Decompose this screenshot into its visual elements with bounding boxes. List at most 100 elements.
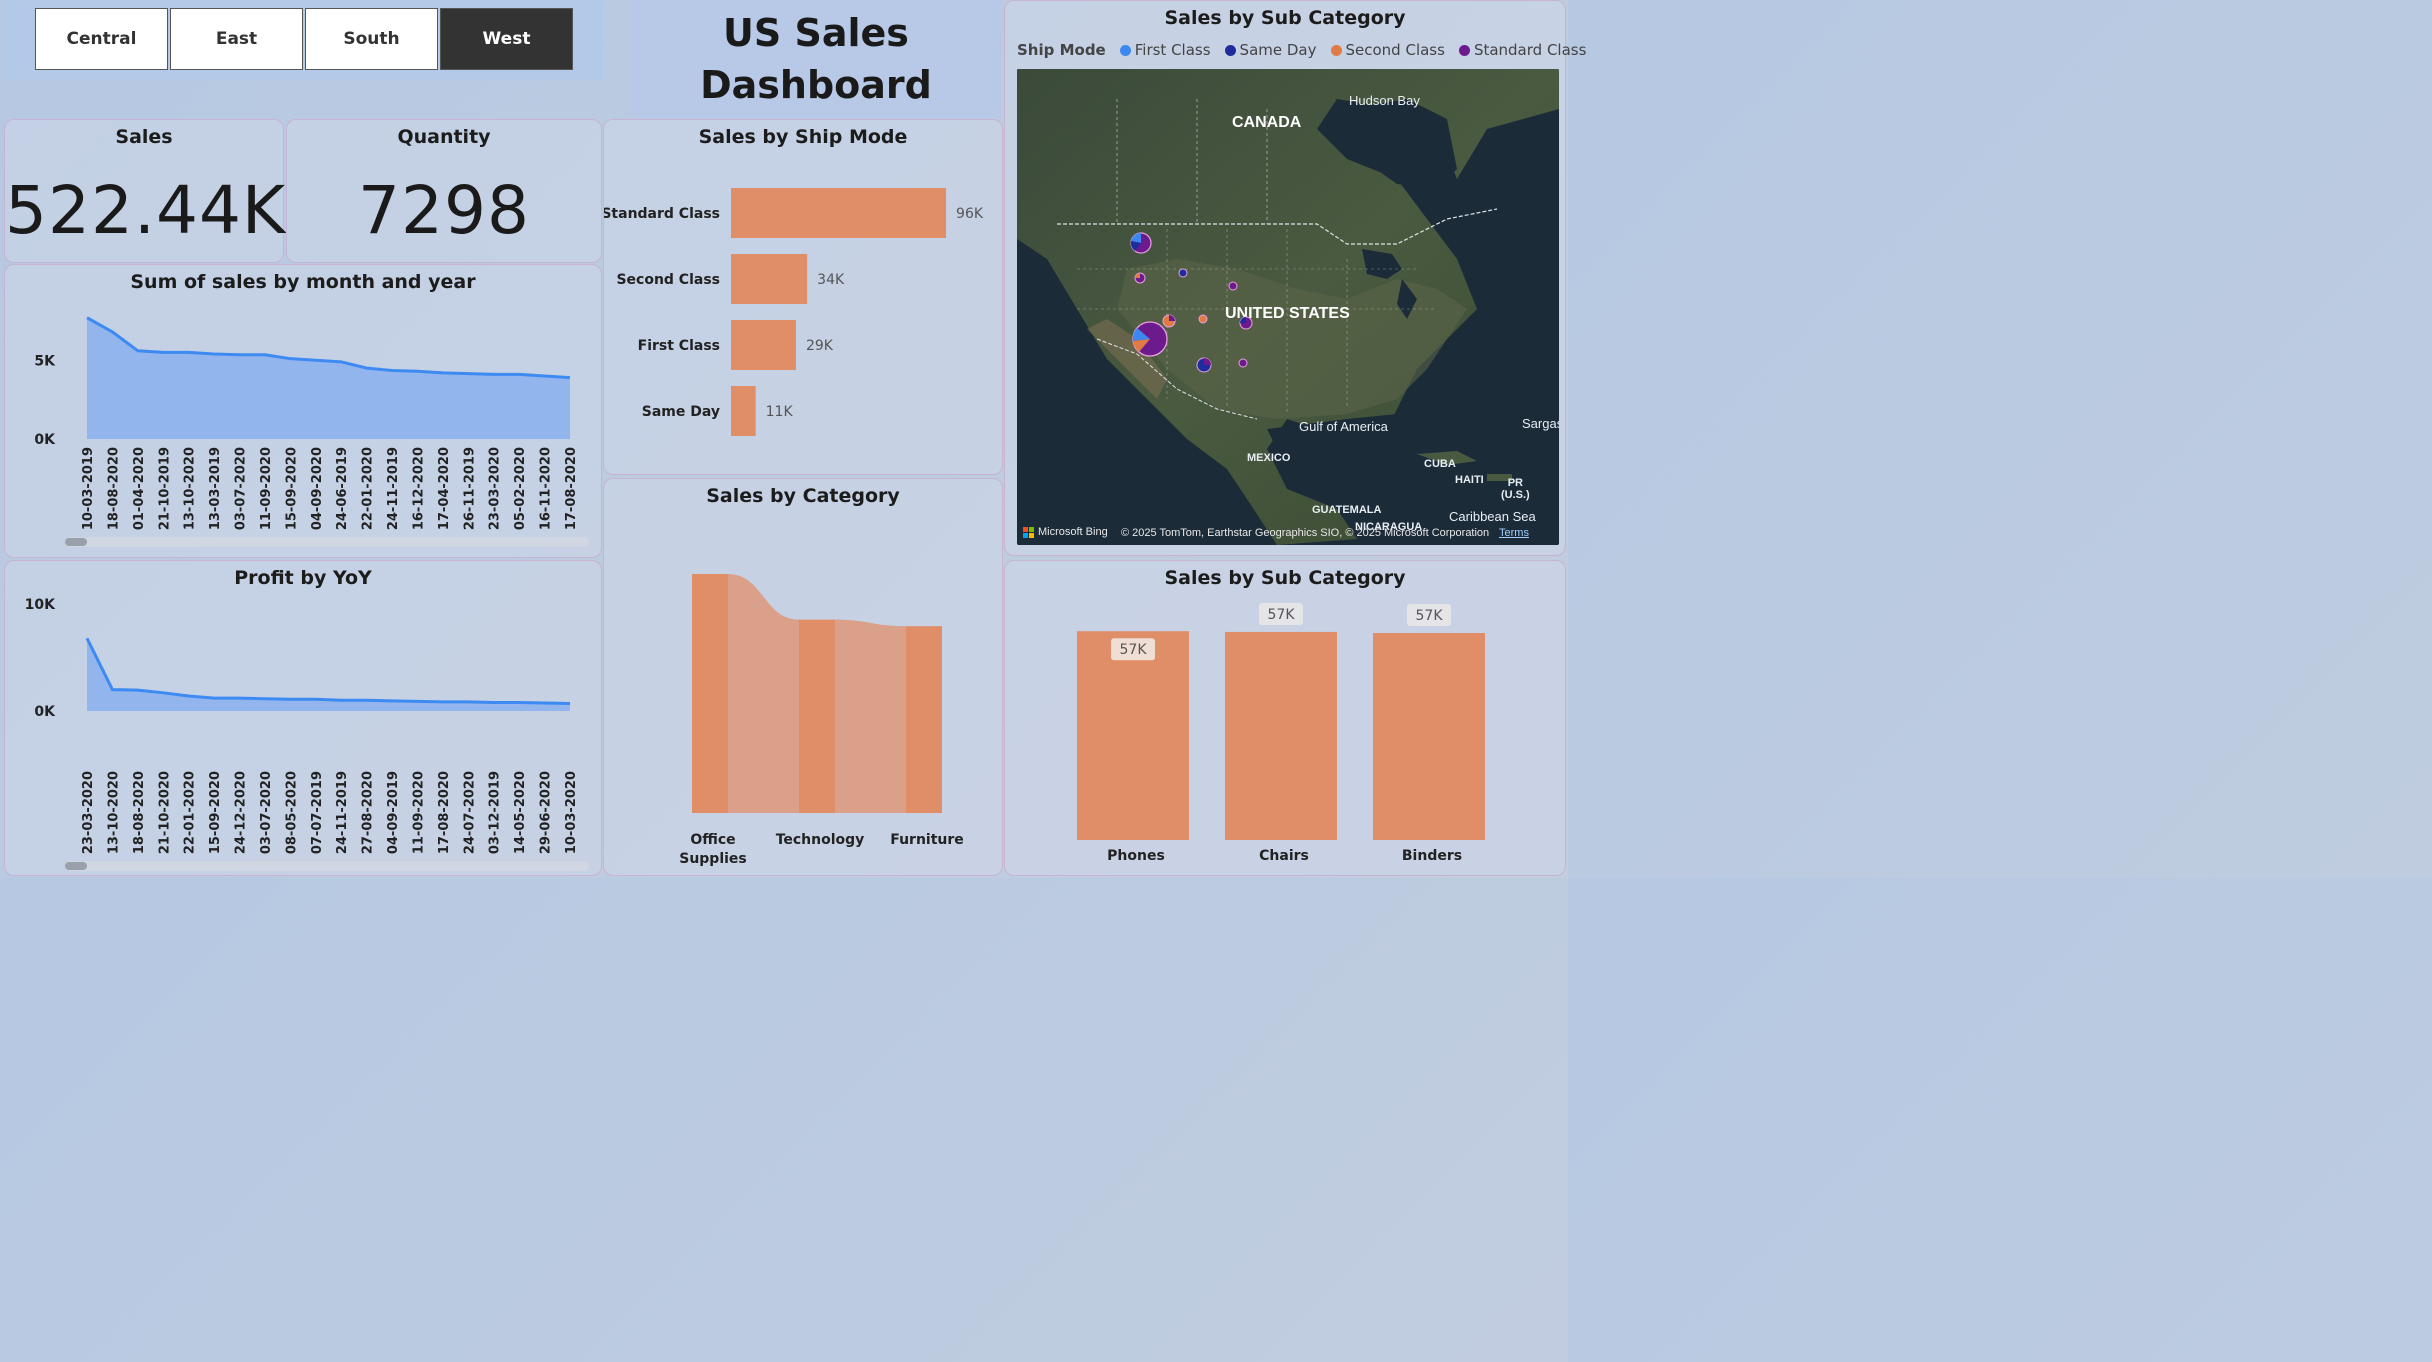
sales-month-x-tick: 24-11-2019 (386, 447, 401, 530)
sales-month-x-tick: 15-09-2020 (284, 447, 299, 530)
sales-month-area (87, 317, 570, 439)
ship-mode-category-label: Second Class (616, 272, 720, 288)
sales-month-panel[interactable]: Sum of sales by month and year 0K 5K 10-03… (4, 264, 602, 558)
category-chart[interactable]: Office Supplies Technology Furniture (604, 479, 1004, 877)
subcat-bar (1225, 631, 1337, 840)
pie-marker-denver[interactable] (1239, 316, 1253, 330)
profit-yoy-scroll-thumb[interactable] (65, 862, 87, 870)
subcat-bar (1077, 631, 1189, 840)
quantity-card-label: Quantity (397, 126, 491, 148)
second-class-dot-icon (1330, 44, 1342, 56)
ship-mode-bar (731, 320, 796, 370)
ship-mode-legend: Ship Mode First Class Same Day Second Cl… (1017, 41, 1586, 59)
subcat-bar (1373, 633, 1485, 840)
category-x-label: Supplies (679, 851, 747, 867)
slicer-east-button[interactable]: East (170, 8, 303, 70)
profit-x-tick: 24-07-2020 (462, 771, 477, 854)
subcat-data-label: 57K (1268, 607, 1296, 623)
category-x-label: Office (690, 832, 735, 848)
sales-month-x-tick: 17-08-2020 (564, 447, 579, 530)
sales-month-x-tick: 16-11-2020 (539, 447, 554, 530)
sales-month-x-tick: 18-08-2020 (106, 447, 121, 530)
sales-card-value: 522.44K (5, 172, 287, 249)
category-x-label: Technology (776, 832, 865, 848)
profit-y-tick: 10K (25, 597, 56, 613)
subcat-chart[interactable]: 57K Phones 57K Chairs 57K Binders (1005, 561, 1567, 877)
sales-month-x-tick: 13-03-2019 (208, 447, 223, 530)
category-x-label: Furniture (890, 832, 964, 848)
map-title: Sales by Sub Category (1164, 7, 1406, 29)
legend-title: Ship Mode (1017, 41, 1106, 59)
sales-month-x-tick: 26-11-2019 (462, 447, 477, 530)
pie-marker-portland[interactable] (1134, 272, 1146, 284)
ship-mode-bar (731, 386, 756, 436)
map-panel[interactable]: Sales by Sub Category Ship Mode First Cl… (1004, 0, 1586, 556)
profit-x-tick: 27-08-2020 (361, 771, 376, 854)
sales-card[interactable]: Sales 522.44K (4, 119, 287, 263)
slicer-west-button[interactable]: West (440, 8, 573, 70)
sales-month-scroll-thumb[interactable] (65, 538, 87, 546)
legend-standard-class[interactable]: Standard Class (1458, 41, 1586, 59)
sales-month-x-tick: 03-07-2020 (234, 447, 249, 530)
profit-x-tick: 11-09-2020 (411, 771, 426, 854)
region-slicer: Central East South West (3, 0, 603, 80)
quantity-card[interactable]: Quantity 7298 (286, 119, 602, 263)
profit-x-tick: 24-12-2020 (234, 771, 249, 854)
pie-marker-boise[interactable] (1178, 268, 1188, 278)
profit-yoy-scrollbar[interactable] (65, 861, 589, 871)
ship-mode-category-label: First Class (638, 338, 720, 354)
pie-marker-utah[interactable] (1198, 314, 1208, 324)
map-terms-link[interactable]: Terms (1499, 527, 1529, 539)
ship-mode-category-label: Standard Class (604, 206, 720, 222)
category-panel[interactable]: Sales by Category Office Supplies Technolo… (603, 478, 1003, 876)
profit-x-tick: 03-12-2019 (488, 771, 503, 854)
sales-month-x-tick: 16-12-2020 (411, 447, 426, 530)
profit-x-tick: 04-09-2019 (386, 771, 401, 854)
pie-marker-seattle[interactable] (1130, 232, 1152, 254)
sales-month-chart[interactable]: 0K 5K 10-03-2019 18-08-2020 01-04-2020 21-10-… (5, 265, 603, 559)
sales-month-x-tick: 04-09-2020 (310, 447, 325, 530)
dashboard-title: US Sales Dashboard (630, 0, 1002, 118)
subcat-data-label: 57K (1120, 642, 1148, 658)
satellite-map[interactable]: Hudson Bay CANADA UNITED STATES Gulf of … (1017, 69, 1559, 545)
slicer-central-button[interactable]: Central (35, 8, 168, 70)
sales-month-scrollbar[interactable] (65, 537, 589, 547)
profit-yoy-panel[interactable]: Profit by YoY 0K 10K 23-03-2020 13-10-2020 1… (4, 560, 602, 876)
quantity-card-value: 7298 (358, 172, 530, 249)
profit-x-tick: 18-08-2020 (132, 771, 147, 854)
category-ribbon (835, 619, 906, 813)
pie-marker-wyoming[interactable] (1228, 281, 1238, 291)
sales-month-y-tick: 0K (34, 432, 56, 448)
pie-marker-nevada[interactable] (1162, 314, 1176, 328)
profit-x-tick: 23-03-2020 (81, 771, 96, 854)
slicer-south-button[interactable]: South (305, 8, 438, 70)
sales-month-x-tick: 05-02-2020 (513, 447, 528, 530)
sales-card-label: Sales (115, 126, 173, 148)
sales-month-x-tick: 24-06-2019 (335, 447, 350, 530)
pie-marker-phoenix[interactable] (1196, 357, 1212, 373)
legend-same-day[interactable]: Same Day (1224, 41, 1317, 59)
profit-x-tick: 10-03-2020 (564, 771, 579, 854)
profit-yoy-chart[interactable]: 0K 10K 23-03-2020 13-10-2020 18-08-2020 21-10… (5, 561, 603, 877)
ship-mode-panel[interactable]: Sales by Ship Mode Standard Class 96K Seco… (603, 119, 1003, 475)
ship-mode-chart[interactable]: Standard Class 96K Second Class 34K First Cl… (604, 120, 1004, 476)
profit-x-tick: 13-10-2020 (106, 771, 121, 854)
profit-x-tick: 22-01-2020 (183, 771, 198, 854)
profit-x-tick: 08-05-2020 (284, 771, 299, 854)
sales-month-x-tick: 23-03-2020 (488, 447, 503, 530)
profit-x-tick: 24-11-2019 (335, 771, 350, 854)
pie-marker-sf[interactable] (1132, 321, 1168, 357)
map-footer: Microsoft Bing © 2025 TomTom, Earthstar … (1017, 519, 1559, 545)
subcat-x-label: Binders (1402, 848, 1462, 864)
legend-first-class[interactable]: First Class (1119, 41, 1211, 59)
pie-marker-newmexico[interactable] (1238, 358, 1248, 368)
ship-mode-data-label: 29K (806, 338, 834, 354)
sales-month-x-tick: 10-03-2019 (81, 447, 96, 530)
first-class-dot-icon (1119, 44, 1131, 56)
subcat-x-label: Phones (1107, 848, 1165, 864)
subcat-panel[interactable]: Sales by Sub Category 57K Phones 57K Chairs… (1004, 560, 1566, 876)
legend-second-class[interactable]: Second Class (1330, 41, 1445, 59)
legend-same-day-label: Same Day (1239, 41, 1317, 59)
map-pie-markers[interactable] (1017, 69, 1559, 545)
profit-x-tick: 17-08-2020 (437, 771, 452, 854)
